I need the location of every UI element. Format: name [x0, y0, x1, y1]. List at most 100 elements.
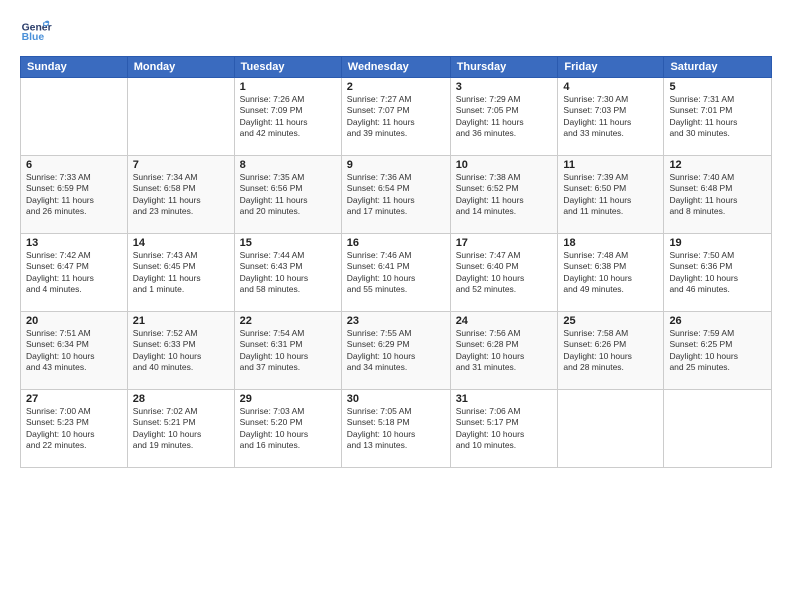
calendar-cell: 3Sunrise: 7:29 AM Sunset: 7:05 PM Daylig…	[450, 78, 558, 156]
day-info: Sunrise: 7:51 AM Sunset: 6:34 PM Dayligh…	[26, 328, 122, 374]
day-number: 12	[669, 159, 766, 171]
calendar-cell	[558, 390, 664, 468]
day-number: 21	[133, 315, 229, 327]
day-number: 25	[563, 315, 658, 327]
calendar-cell: 12Sunrise: 7:40 AM Sunset: 6:48 PM Dayli…	[664, 156, 772, 234]
calendar-cell: 25Sunrise: 7:58 AM Sunset: 6:26 PM Dayli…	[558, 312, 664, 390]
logo: General Blue	[20, 16, 52, 48]
calendar-cell: 29Sunrise: 7:03 AM Sunset: 5:20 PM Dayli…	[234, 390, 341, 468]
day-number: 6	[26, 159, 122, 171]
calendar-cell: 16Sunrise: 7:46 AM Sunset: 6:41 PM Dayli…	[341, 234, 450, 312]
day-number: 23	[347, 315, 445, 327]
day-info: Sunrise: 7:34 AM Sunset: 6:58 PM Dayligh…	[133, 172, 229, 218]
calendar-cell: 21Sunrise: 7:52 AM Sunset: 6:33 PM Dayli…	[127, 312, 234, 390]
svg-text:Blue: Blue	[22, 32, 45, 43]
day-info: Sunrise: 7:36 AM Sunset: 6:54 PM Dayligh…	[347, 172, 445, 218]
day-number: 28	[133, 393, 229, 405]
calendar-cell: 31Sunrise: 7:06 AM Sunset: 5:17 PM Dayli…	[450, 390, 558, 468]
day-number: 30	[347, 393, 445, 405]
week-row-3: 20Sunrise: 7:51 AM Sunset: 6:34 PM Dayli…	[21, 312, 772, 390]
calendar-cell: 5Sunrise: 7:31 AM Sunset: 7:01 PM Daylig…	[664, 78, 772, 156]
calendar-cell: 10Sunrise: 7:38 AM Sunset: 6:52 PM Dayli…	[450, 156, 558, 234]
calendar-cell	[21, 78, 128, 156]
day-info: Sunrise: 7:56 AM Sunset: 6:28 PM Dayligh…	[456, 328, 553, 374]
day-info: Sunrise: 7:00 AM Sunset: 5:23 PM Dayligh…	[26, 406, 122, 452]
day-number: 18	[563, 237, 658, 249]
day-number: 26	[669, 315, 766, 327]
week-row-0: 1Sunrise: 7:26 AM Sunset: 7:09 PM Daylig…	[21, 78, 772, 156]
weekday-header-thursday: Thursday	[450, 57, 558, 78]
calendar-cell: 2Sunrise: 7:27 AM Sunset: 7:07 PM Daylig…	[341, 78, 450, 156]
day-info: Sunrise: 7:46 AM Sunset: 6:41 PM Dayligh…	[347, 250, 445, 296]
day-info: Sunrise: 7:44 AM Sunset: 6:43 PM Dayligh…	[240, 250, 336, 296]
day-number: 10	[456, 159, 553, 171]
day-number: 2	[347, 81, 445, 93]
calendar-cell: 28Sunrise: 7:02 AM Sunset: 5:21 PM Dayli…	[127, 390, 234, 468]
day-number: 14	[133, 237, 229, 249]
day-info: Sunrise: 7:54 AM Sunset: 6:31 PM Dayligh…	[240, 328, 336, 374]
weekday-header-sunday: Sunday	[21, 57, 128, 78]
day-number: 3	[456, 81, 553, 93]
weekday-header-tuesday: Tuesday	[234, 57, 341, 78]
day-info: Sunrise: 7:27 AM Sunset: 7:07 PM Dayligh…	[347, 94, 445, 140]
calendar-cell: 20Sunrise: 7:51 AM Sunset: 6:34 PM Dayli…	[21, 312, 128, 390]
weekday-header-saturday: Saturday	[664, 57, 772, 78]
calendar-cell: 24Sunrise: 7:56 AM Sunset: 6:28 PM Dayli…	[450, 312, 558, 390]
calendar-cell: 13Sunrise: 7:42 AM Sunset: 6:47 PM Dayli…	[21, 234, 128, 312]
calendar-cell	[664, 390, 772, 468]
day-info: Sunrise: 7:33 AM Sunset: 6:59 PM Dayligh…	[26, 172, 122, 218]
calendar-cell: 15Sunrise: 7:44 AM Sunset: 6:43 PM Dayli…	[234, 234, 341, 312]
day-info: Sunrise: 7:59 AM Sunset: 6:25 PM Dayligh…	[669, 328, 766, 374]
weekday-header-monday: Monday	[127, 57, 234, 78]
day-number: 27	[26, 393, 122, 405]
calendar-cell: 26Sunrise: 7:59 AM Sunset: 6:25 PM Dayli…	[664, 312, 772, 390]
day-info: Sunrise: 7:35 AM Sunset: 6:56 PM Dayligh…	[240, 172, 336, 218]
day-info: Sunrise: 7:58 AM Sunset: 6:26 PM Dayligh…	[563, 328, 658, 374]
day-number: 8	[240, 159, 336, 171]
day-info: Sunrise: 7:43 AM Sunset: 6:45 PM Dayligh…	[133, 250, 229, 296]
day-info: Sunrise: 7:55 AM Sunset: 6:29 PM Dayligh…	[347, 328, 445, 374]
weekday-header-row: SundayMondayTuesdayWednesdayThursdayFrid…	[21, 57, 772, 78]
day-info: Sunrise: 7:52 AM Sunset: 6:33 PM Dayligh…	[133, 328, 229, 374]
weekday-header-wednesday: Wednesday	[341, 57, 450, 78]
day-info: Sunrise: 7:29 AM Sunset: 7:05 PM Dayligh…	[456, 94, 553, 140]
calendar-table: SundayMondayTuesdayWednesdayThursdayFrid…	[20, 56, 772, 468]
header: General Blue	[20, 16, 772, 48]
calendar-cell: 14Sunrise: 7:43 AM Sunset: 6:45 PM Dayli…	[127, 234, 234, 312]
weekday-header-friday: Friday	[558, 57, 664, 78]
week-row-2: 13Sunrise: 7:42 AM Sunset: 6:47 PM Dayli…	[21, 234, 772, 312]
calendar-cell: 1Sunrise: 7:26 AM Sunset: 7:09 PM Daylig…	[234, 78, 341, 156]
calendar-cell: 30Sunrise: 7:05 AM Sunset: 5:18 PM Dayli…	[341, 390, 450, 468]
week-row-4: 27Sunrise: 7:00 AM Sunset: 5:23 PM Dayli…	[21, 390, 772, 468]
day-number: 29	[240, 393, 336, 405]
day-number: 24	[456, 315, 553, 327]
day-info: Sunrise: 7:31 AM Sunset: 7:01 PM Dayligh…	[669, 94, 766, 140]
day-info: Sunrise: 7:42 AM Sunset: 6:47 PM Dayligh…	[26, 250, 122, 296]
day-info: Sunrise: 7:47 AM Sunset: 6:40 PM Dayligh…	[456, 250, 553, 296]
day-info: Sunrise: 7:39 AM Sunset: 6:50 PM Dayligh…	[563, 172, 658, 218]
day-number: 15	[240, 237, 336, 249]
day-info: Sunrise: 7:38 AM Sunset: 6:52 PM Dayligh…	[456, 172, 553, 218]
day-number: 20	[26, 315, 122, 327]
day-info: Sunrise: 7:02 AM Sunset: 5:21 PM Dayligh…	[133, 406, 229, 452]
day-number: 17	[456, 237, 553, 249]
week-row-1: 6Sunrise: 7:33 AM Sunset: 6:59 PM Daylig…	[21, 156, 772, 234]
calendar-cell: 23Sunrise: 7:55 AM Sunset: 6:29 PM Dayli…	[341, 312, 450, 390]
day-info: Sunrise: 7:26 AM Sunset: 7:09 PM Dayligh…	[240, 94, 336, 140]
day-info: Sunrise: 7:06 AM Sunset: 5:17 PM Dayligh…	[456, 406, 553, 452]
calendar-cell: 7Sunrise: 7:34 AM Sunset: 6:58 PM Daylig…	[127, 156, 234, 234]
day-info: Sunrise: 7:40 AM Sunset: 6:48 PM Dayligh…	[669, 172, 766, 218]
day-number: 19	[669, 237, 766, 249]
day-number: 11	[563, 159, 658, 171]
day-info: Sunrise: 7:03 AM Sunset: 5:20 PM Dayligh…	[240, 406, 336, 452]
calendar-cell: 6Sunrise: 7:33 AM Sunset: 6:59 PM Daylig…	[21, 156, 128, 234]
day-number: 1	[240, 81, 336, 93]
calendar-cell: 9Sunrise: 7:36 AM Sunset: 6:54 PM Daylig…	[341, 156, 450, 234]
day-info: Sunrise: 7:30 AM Sunset: 7:03 PM Dayligh…	[563, 94, 658, 140]
calendar-cell: 8Sunrise: 7:35 AM Sunset: 6:56 PM Daylig…	[234, 156, 341, 234]
day-number: 16	[347, 237, 445, 249]
calendar-cell: 4Sunrise: 7:30 AM Sunset: 7:03 PM Daylig…	[558, 78, 664, 156]
day-info: Sunrise: 7:50 AM Sunset: 6:36 PM Dayligh…	[669, 250, 766, 296]
day-info: Sunrise: 7:48 AM Sunset: 6:38 PM Dayligh…	[563, 250, 658, 296]
calendar-cell: 22Sunrise: 7:54 AM Sunset: 6:31 PM Dayli…	[234, 312, 341, 390]
